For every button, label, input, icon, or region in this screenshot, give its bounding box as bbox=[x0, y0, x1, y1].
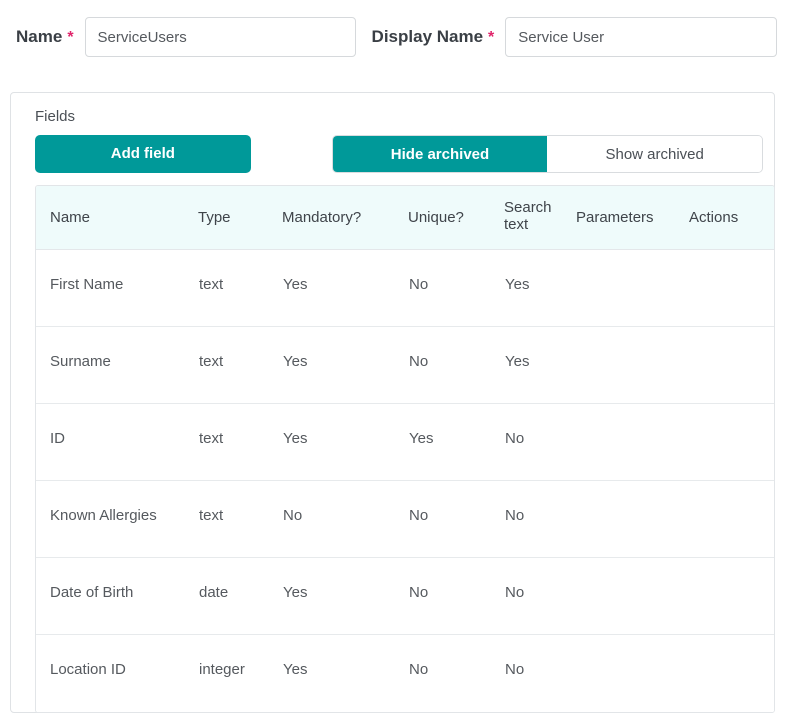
cell-unique: No bbox=[408, 326, 504, 404]
display-name-field-group: Display Name * bbox=[372, 17, 778, 57]
cell-search-text: No bbox=[504, 480, 576, 558]
cell-unique: No bbox=[408, 557, 504, 635]
cell-mandatory: Yes bbox=[282, 634, 408, 712]
cell-mandatory: No bbox=[282, 480, 408, 558]
cell-type: text bbox=[198, 249, 282, 327]
cell-parameters bbox=[576, 249, 689, 327]
cell-actions bbox=[689, 634, 774, 712]
cell-parameters bbox=[576, 557, 689, 635]
cell-name: ID bbox=[36, 403, 198, 481]
table-row[interactable]: Location ID integer Yes No No bbox=[36, 634, 774, 712]
table-row[interactable]: Date of Birth date Yes No No bbox=[36, 557, 774, 635]
table-row[interactable]: Known Allergies text No No No bbox=[36, 480, 774, 558]
column-header-type[interactable]: Type bbox=[198, 185, 282, 250]
cell-name: Known Allergies bbox=[36, 480, 198, 558]
cell-actions bbox=[689, 557, 774, 635]
column-header-actions[interactable]: Actions bbox=[689, 185, 774, 250]
table-row[interactable]: ID text Yes Yes No bbox=[36, 403, 774, 481]
column-header-mandatory[interactable]: Mandatory? bbox=[282, 185, 408, 250]
name-label: Name bbox=[16, 27, 63, 46]
cell-parameters bbox=[576, 403, 689, 481]
display-name-required-asterisk: * bbox=[488, 29, 495, 46]
table-row[interactable]: First Name text Yes No Yes bbox=[36, 249, 774, 327]
cell-name: Location ID bbox=[36, 634, 198, 712]
cell-mandatory: Yes bbox=[282, 326, 408, 404]
cell-type: text bbox=[198, 326, 282, 404]
cell-name: First Name bbox=[36, 249, 198, 327]
column-header-search-text[interactable]: Search text bbox=[504, 185, 576, 250]
cell-mandatory: Yes bbox=[282, 249, 408, 327]
cell-actions bbox=[689, 249, 774, 327]
cell-unique: No bbox=[408, 249, 504, 327]
display-name-label: Display Name bbox=[371, 27, 484, 46]
cell-type: date bbox=[198, 557, 282, 635]
cell-name: Surname bbox=[36, 326, 198, 404]
add-field-button[interactable]: Add field bbox=[35, 134, 251, 173]
cell-parameters bbox=[576, 480, 689, 558]
cell-unique: No bbox=[408, 480, 504, 558]
archived-toggle-group: Hide archived Show archived bbox=[331, 134, 763, 173]
fields-card: Fields Add field Hide archived Show arch… bbox=[10, 92, 775, 713]
cell-search-text: No bbox=[504, 557, 576, 635]
cell-search-text: Yes bbox=[504, 249, 576, 327]
cell-unique: No bbox=[408, 634, 504, 712]
cell-actions bbox=[689, 326, 774, 404]
fields-table: Name Type Mandatory? Unique? Search text… bbox=[36, 185, 774, 712]
fields-table-container: Name Type Mandatory? Unique? Search text… bbox=[35, 184, 775, 713]
show-archived-button[interactable]: Show archived bbox=[547, 135, 762, 172]
cell-parameters bbox=[576, 634, 689, 712]
column-header-name[interactable]: Name bbox=[36, 185, 198, 250]
fields-card-title: Fields bbox=[35, 108, 76, 125]
cell-type: integer bbox=[198, 634, 282, 712]
name-input[interactable] bbox=[84, 17, 356, 57]
cell-type: text bbox=[198, 403, 282, 481]
column-header-unique[interactable]: Unique? bbox=[408, 185, 504, 250]
column-header-parameters[interactable]: Parameters bbox=[576, 185, 689, 250]
name-field-group: Name * bbox=[16, 17, 356, 57]
cell-mandatory: Yes bbox=[282, 557, 408, 635]
cell-search-text: No bbox=[504, 634, 576, 712]
fields-toolbar: Add field Hide archived Show archived bbox=[22, 134, 763, 174]
cell-actions bbox=[689, 403, 774, 481]
name-required-asterisk: * bbox=[67, 29, 74, 46]
cell-type: text bbox=[198, 480, 282, 558]
cell-search-text: No bbox=[504, 403, 576, 481]
cell-unique: Yes bbox=[408, 403, 504, 481]
fields-table-body: First Name text Yes No Yes Surname text Yes No Ye… bbox=[36, 249, 774, 712]
table-row[interactable]: Surname text Yes No Yes bbox=[36, 326, 774, 404]
cell-name: Date of Birth bbox=[36, 557, 198, 635]
entity-form-row: Name * Display Name * bbox=[0, 0, 785, 74]
fields-table-head: Name Type Mandatory? Unique? Search text… bbox=[36, 185, 774, 250]
table-header-row: Name Type Mandatory? Unique? Search text… bbox=[36, 185, 774, 250]
cell-actions bbox=[689, 480, 774, 558]
cell-parameters bbox=[576, 326, 689, 404]
cell-search-text: Yes bbox=[504, 326, 576, 404]
display-name-input[interactable] bbox=[505, 17, 778, 57]
cell-mandatory: Yes bbox=[282, 403, 408, 481]
hide-archived-button[interactable]: Hide archived bbox=[332, 135, 548, 172]
